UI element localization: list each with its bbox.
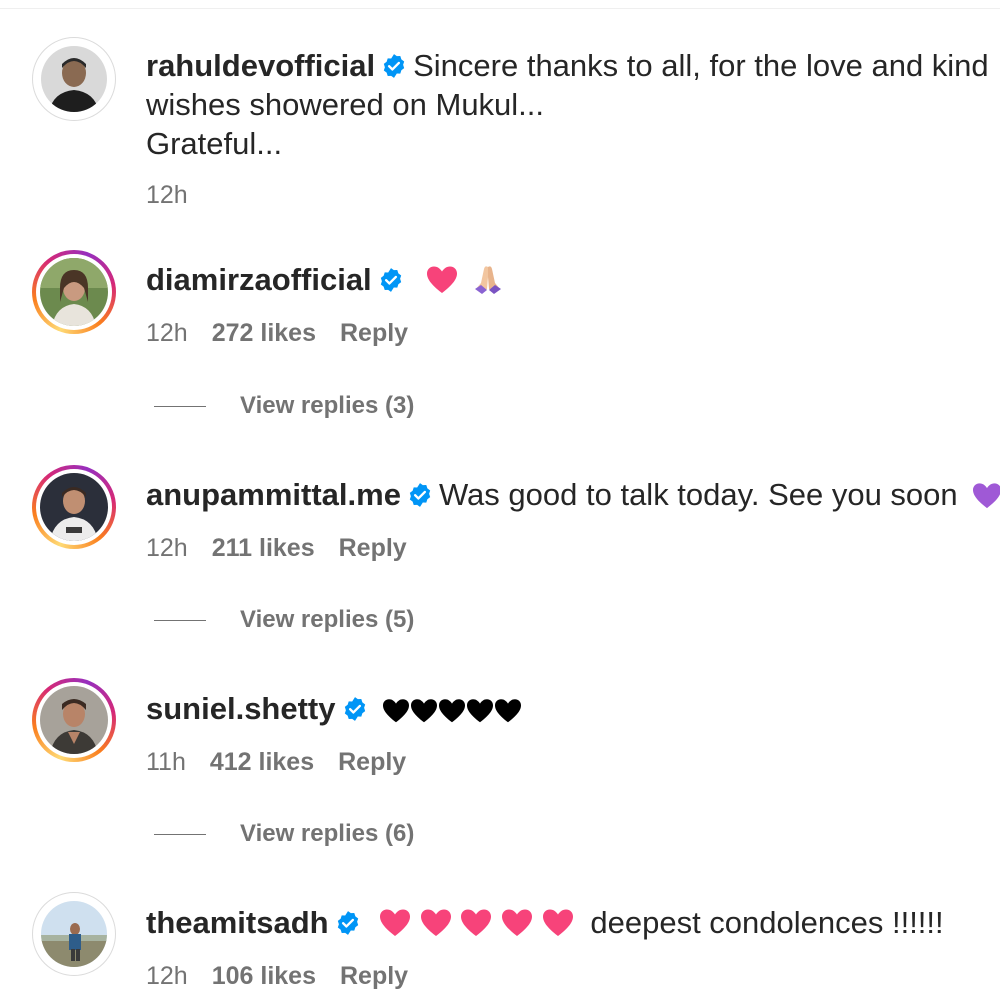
comment-text: deepest condolences !!!!!! [590, 905, 944, 940]
avatar[interactable] [32, 37, 116, 121]
view-replies-label: View replies (6) [240, 820, 415, 847]
man-portrait-avatar-icon [40, 473, 108, 541]
black-heart-icon [494, 698, 522, 724]
comment-username[interactable]: theamitsadh [146, 905, 329, 940]
likes-count[interactable]: 412 likes [210, 748, 314, 776]
comment-text: Was good to talk today. See you soon [438, 477, 958, 512]
black-heart-icon [382, 698, 410, 724]
pink-heart-icon [501, 908, 533, 938]
comment-username[interactable]: rahuldevofficial [146, 48, 375, 83]
comment-text-line: Sincere thanks to all, for the love and … [413, 48, 989, 83]
verified-badge-icon [381, 53, 407, 79]
black-heart-icon [410, 698, 438, 724]
pink-heart-icon [420, 908, 452, 938]
comment-timestamp[interactable]: 12h [146, 319, 188, 347]
pink-heart-icon [379, 908, 411, 938]
replies-divider [154, 834, 206, 836]
avatar[interactable] [32, 250, 116, 334]
view-replies-label: View replies (3) [240, 392, 415, 419]
folded-hands-icon [473, 263, 503, 295]
view-replies-button[interactable]: View replies (6) [154, 820, 414, 848]
comment-text-line: Grateful... [146, 126, 283, 161]
view-replies-button[interactable]: View replies (5) [154, 606, 414, 634]
avatar[interactable] [32, 678, 116, 762]
man-portrait-avatar-icon [41, 46, 107, 112]
comment-timestamp[interactable]: 12h [146, 181, 188, 209]
woman-portrait-avatar-icon [40, 258, 108, 326]
purple-heart-icon [972, 482, 1000, 510]
avatar[interactable] [32, 465, 116, 549]
black-heart-icon [438, 698, 466, 724]
replies-divider [154, 620, 206, 622]
comment-timestamp[interactable]: 12h [146, 962, 188, 990]
verified-badge-icon [407, 482, 433, 508]
comment-username[interactable]: diamirzaofficial [146, 262, 372, 297]
man-portrait-avatar-icon [40, 686, 108, 754]
likes-count[interactable]: 272 likes [212, 319, 316, 347]
pink-heart-icon [426, 265, 458, 295]
landscape-photo-avatar-icon [41, 901, 107, 967]
comment-username[interactable]: suniel.shetty [146, 691, 336, 726]
verified-badge-icon [342, 696, 368, 722]
avatar[interactable] [32, 892, 116, 976]
pink-heart-icon [542, 908, 574, 938]
pink-heart-icon [460, 908, 492, 938]
reply-button[interactable]: Reply [338, 748, 406, 776]
reply-button[interactable]: Reply [340, 962, 408, 990]
comment-timestamp[interactable]: 11h [146, 748, 186, 776]
reply-button[interactable]: Reply [339, 534, 407, 562]
view-replies-button[interactable]: View replies (3) [154, 392, 414, 420]
top-divider [0, 8, 1000, 9]
comment-text-line: wishes showered on Mukul... [146, 87, 545, 122]
comment-username[interactable]: anupammittal.me [146, 477, 401, 512]
view-replies-label: View replies (5) [240, 606, 415, 633]
replies-divider [154, 406, 206, 408]
verified-badge-icon [335, 910, 361, 936]
black-heart-icon [466, 698, 494, 724]
reply-button[interactable]: Reply [340, 319, 408, 347]
verified-badge-icon [378, 267, 404, 293]
likes-count[interactable]: 106 likes [212, 962, 316, 990]
likes-count[interactable]: 211 likes [212, 534, 315, 562]
comment-timestamp[interactable]: 12h [146, 534, 188, 562]
